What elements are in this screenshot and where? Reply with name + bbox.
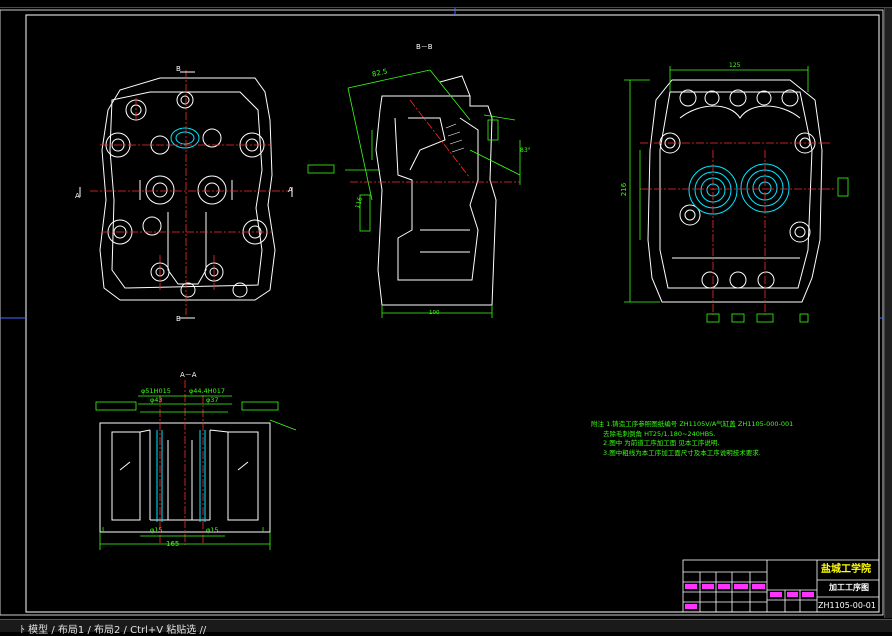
title-block-magenta-cells xyxy=(685,584,814,609)
note-line-4: 3.图中粗线为本工序加工面尺寸及本工序说明技术要求. xyxy=(603,448,761,457)
dim-aa-d5: φ15 xyxy=(150,526,163,534)
dim-right-top-width: 125 xyxy=(729,62,741,69)
title-block-drawing-name: 加工工序图 xyxy=(829,583,869,592)
dim-bb-width: 100 xyxy=(429,310,440,316)
vertical-scrollbar[interactable] xyxy=(884,8,892,618)
dim-aa-d6: φ15 xyxy=(206,526,219,534)
dim-aa-d2: φ44.4H017 xyxy=(189,387,226,395)
cut-mark-a-left: A xyxy=(75,192,80,200)
section-aa-title: A－A xyxy=(180,371,197,379)
dim-right-height: 216 xyxy=(620,182,629,197)
note-line-2: 去除毛刺倒角 HT25/1.180~240HBS. xyxy=(603,429,716,438)
section-aa-dims xyxy=(95,395,297,550)
drawing-canvas[interactable] xyxy=(0,0,892,631)
layout-tabs-text[interactable]: ﾄ 模型 / 布局1 / 布局2 / Ctrl+V 粘贴选 // xyxy=(20,621,206,636)
cut-mark-b-bottom: B xyxy=(176,315,181,323)
cut-mark-b-top: B xyxy=(176,65,181,73)
right-view xyxy=(647,79,823,303)
dim-aa-d3: φ43 xyxy=(150,396,163,404)
dim-aa-d1: φ51H015 xyxy=(141,387,171,395)
cad-viewport[interactable]: B－B A－A B B A A 82.5 83° 100 116 125 216… xyxy=(0,0,892,636)
cut-mark-a-right: A xyxy=(288,186,293,194)
title-block-drawing-code: ZH1105-00-01 xyxy=(818,601,876,610)
section-bb-view xyxy=(375,75,497,306)
dim-aa-width: 165 xyxy=(166,540,180,548)
right-view-dims xyxy=(624,66,849,323)
layout-tab-bar[interactable]: ﾄ 模型 / 布局1 / 布局2 / Ctrl+V 粘贴选 // xyxy=(0,619,892,636)
technical-notes: 附注 1.铸造工序参照图纸编号 ZH1105V/A气缸盖 ZH1105-000-… xyxy=(591,420,793,458)
dim-aa-roman-left: I xyxy=(102,526,105,534)
section-bb-title: B－B xyxy=(416,43,433,51)
dim-aa-d4: φ37 xyxy=(206,396,219,404)
sheet-inner-border xyxy=(25,14,880,613)
front-view xyxy=(99,77,276,301)
note-line-1: 附注 1.铸造工序参照图纸编号 ZH1105V/A气缸盖 ZH1105-000-… xyxy=(591,420,794,428)
section-bb-hatch xyxy=(445,123,465,153)
title-block-school: 盐城工学院 xyxy=(821,564,871,575)
section-aa-cyan-bores xyxy=(156,430,206,522)
dim-aa-roman-right: I xyxy=(262,526,265,534)
dim-bb-angle-right: 83° xyxy=(520,147,531,154)
right-view-centerlines xyxy=(640,142,835,315)
note-line-3: 2.图中 为前道工序加工面 见本工序说明. xyxy=(603,439,720,447)
